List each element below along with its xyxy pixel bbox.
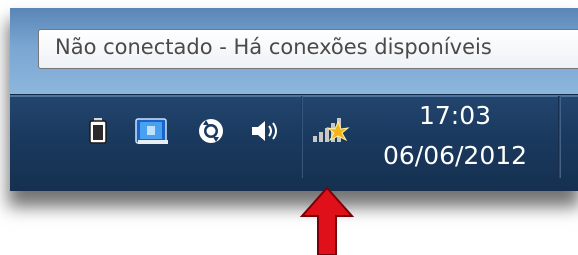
network-status-tooltip: Não conectado - Há conexões disponíveis	[38, 29, 578, 69]
network-wireless-icon[interactable]	[311, 112, 353, 142]
red-arrow-icon	[298, 186, 356, 255]
sync-icon[interactable]	[195, 116, 227, 146]
clock-date: 06/06/2012	[382, 141, 528, 170]
volume-icon[interactable]	[248, 116, 284, 146]
battery-icon[interactable]	[84, 116, 112, 146]
clock-time: 17:03	[418, 101, 492, 130]
taskbar-clock[interactable]: 17:03 06/06/2012	[370, 96, 540, 176]
screenshot-stage: Não conectado - Há conexões disponíveis	[0, 0, 578, 255]
action-center-icon[interactable]	[134, 116, 172, 146]
tray-divider	[301, 96, 303, 178]
show-desktop-divider	[558, 96, 561, 178]
